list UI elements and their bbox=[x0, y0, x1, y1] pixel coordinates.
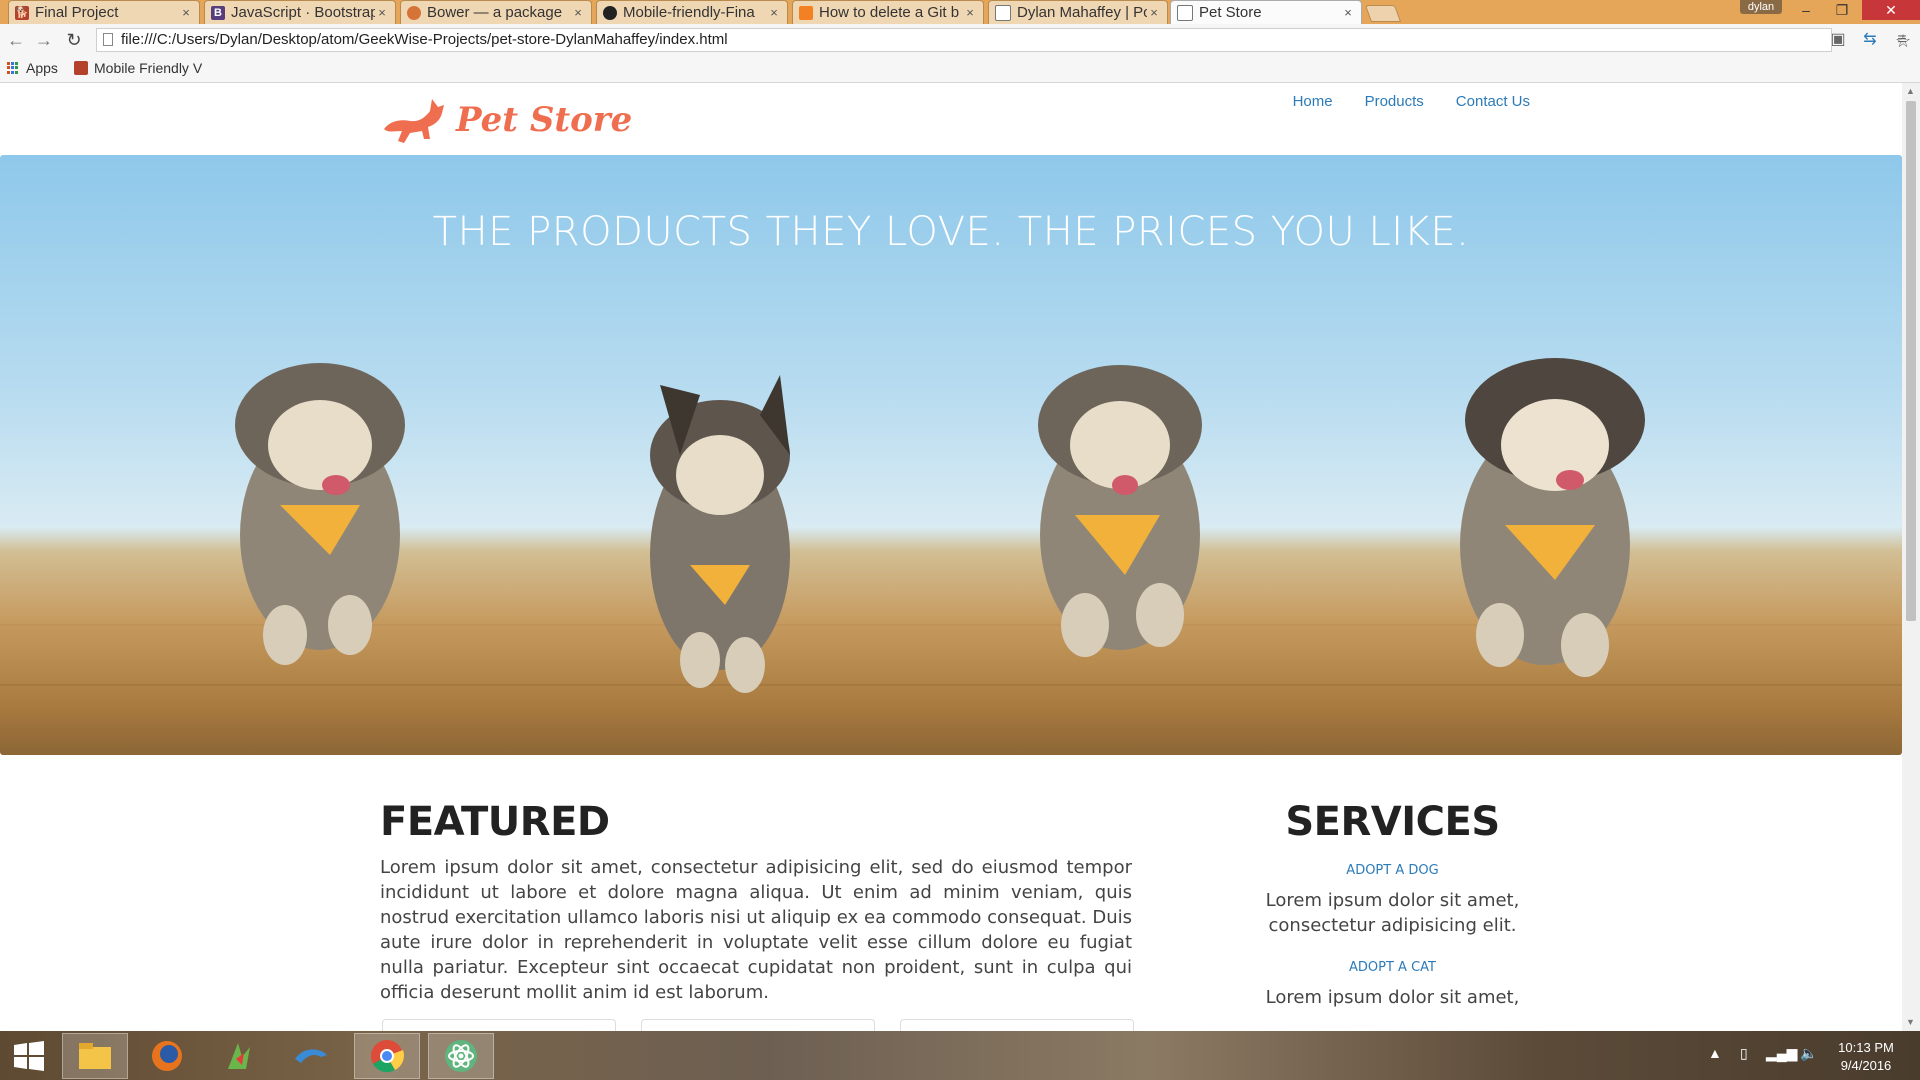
nav-home-link[interactable]: Home bbox=[1293, 93, 1333, 110]
forward-arrow-icon[interactable]: → bbox=[32, 28, 56, 52]
tab-label: Mobile-friendly-Fina bbox=[623, 4, 755, 21]
product-card[interactable] bbox=[900, 1019, 1134, 1031]
file-explorer-icon[interactable] bbox=[62, 1033, 128, 1079]
github-icon bbox=[603, 5, 617, 20]
dolphin-icon[interactable] bbox=[278, 1033, 344, 1079]
address-bar[interactable]: file:///C:/Users/Dylan/Desktop/atom/Geek… bbox=[96, 28, 1911, 52]
atom-icon[interactable] bbox=[428, 1033, 494, 1079]
close-window-button[interactable]: ✕ bbox=[1862, 0, 1920, 20]
site-logo[interactable]: Pet Store bbox=[380, 91, 632, 149]
nav-products-link[interactable]: Products bbox=[1365, 93, 1424, 110]
dog-image bbox=[1038, 365, 1202, 657]
page-icon bbox=[103, 33, 113, 46]
logo-text: Pet Store bbox=[456, 100, 633, 140]
tab-close-icon[interactable]: × bbox=[767, 5, 781, 20]
bookmark-mobile-friendly[interactable]: Mobile Friendly V bbox=[74, 60, 202, 76]
tab-label: How to delete a Git b bbox=[819, 4, 960, 21]
services-heading: SERVICES bbox=[1285, 799, 1500, 845]
scroll-thumb[interactable] bbox=[1906, 101, 1916, 621]
featured-heading: FEATURED bbox=[380, 799, 610, 845]
stackoverflow-icon bbox=[799, 5, 813, 20]
tab-close-icon[interactable]: × bbox=[963, 5, 977, 20]
tab-final-project[interactable]: 🐕 Final Project × bbox=[8, 0, 200, 24]
tray-expand-icon[interactable]: ▲ bbox=[1708, 1045, 1722, 1061]
sync-arrows-icon[interactable]: ⇆ bbox=[1858, 28, 1882, 52]
extension-icon[interactable]: ▣ bbox=[1826, 28, 1850, 52]
page-viewport: Pet Store Home Products Contact Us THE P… bbox=[0, 83, 1902, 1031]
page-scrollbar[interactable]: ▲ ▼ bbox=[1902, 83, 1920, 1031]
dog-image bbox=[1460, 358, 1645, 677]
user-profile-badge[interactable]: dylan bbox=[1740, 0, 1782, 14]
app-icon[interactable] bbox=[206, 1033, 272, 1079]
dog-image bbox=[650, 375, 790, 693]
browser-tab-strip: 🐕 Final Project × B JavaScript · Bootstr… bbox=[0, 0, 1920, 24]
adopt-cat-link[interactable]: ADOPT A CAT bbox=[1255, 960, 1530, 975]
featured-section: FEATURED Lorem ipsum dolor sit amet, con… bbox=[380, 799, 1132, 1005]
product-card[interactable] bbox=[382, 1019, 616, 1031]
hero-banner: THE PRODUCTS THEY LOVE. THE PRICES YOU L… bbox=[0, 155, 1902, 755]
bootstrap-icon: B bbox=[211, 5, 225, 20]
bookmark-apps[interactable]: Apps bbox=[7, 60, 58, 76]
tab-bower[interactable]: Bower — a package × bbox=[400, 0, 592, 24]
chrome-icon[interactable] bbox=[354, 1033, 420, 1079]
bookmark-label: Mobile Friendly V bbox=[94, 60, 203, 76]
tab-label: Bower — a package bbox=[427, 4, 563, 21]
clock-time: 10:13 PM bbox=[1838, 1040, 1894, 1055]
service-description: Lorem ipsum dolor sit amet, consectetur … bbox=[1265, 890, 1520, 936]
phone-icon[interactable]: ▯ bbox=[1740, 1045, 1748, 1062]
minimize-button[interactable]: – bbox=[1786, 0, 1826, 20]
tab-javascript-bootstrap[interactable]: B JavaScript · Bootstrap × bbox=[204, 0, 396, 24]
service-description: Lorem ipsum dolor sit amet, bbox=[1265, 987, 1520, 1008]
nav-contact-link[interactable]: Contact Us bbox=[1456, 93, 1530, 110]
featured-paragraph: Lorem ipsum dolor sit amet, consectetur … bbox=[380, 857, 1132, 1003]
page-icon bbox=[1177, 4, 1193, 21]
tab-pet-store[interactable]: Pet Store × bbox=[1170, 0, 1362, 24]
scroll-up-arrow-icon[interactable]: ▲ bbox=[1906, 86, 1915, 96]
tab-close-icon[interactable]: × bbox=[375, 5, 389, 20]
clock-date: 9/4/2016 bbox=[1840, 1058, 1892, 1073]
bower-icon bbox=[407, 5, 421, 20]
dog-icon bbox=[74, 61, 88, 75]
tab-close-icon[interactable]: × bbox=[571, 5, 585, 20]
page-icon bbox=[995, 4, 1011, 21]
bookmarks-bar: Apps Mobile Friendly V bbox=[0, 56, 1920, 83]
adopt-dog-link[interactable]: ADOPT A DOG bbox=[1255, 863, 1530, 878]
url-text: file:///C:/Users/Dylan/Desktop/atom/Geek… bbox=[121, 31, 728, 48]
reload-icon[interactable]: ↻ bbox=[62, 28, 86, 52]
site-header: Pet Store Home Products Contact Us bbox=[0, 83, 1902, 153]
maximize-button[interactable]: ❐ bbox=[1822, 0, 1862, 20]
apps-grid-icon bbox=[7, 62, 19, 74]
tab-label: Pet Store bbox=[1199, 4, 1262, 21]
new-tab-button[interactable] bbox=[1364, 5, 1402, 22]
dog-image bbox=[235, 363, 405, 665]
tab-close-icon[interactable]: × bbox=[1341, 5, 1355, 20]
back-arrow-icon[interactable]: ← bbox=[4, 28, 28, 52]
tab-label: Dylan Mahaffey | Por bbox=[1017, 4, 1147, 21]
services-section: SERVICES ADOPT A DOG Lorem ipsum dolor s… bbox=[1255, 799, 1530, 1010]
tab-stackoverflow[interactable]: How to delete a Git b × bbox=[792, 0, 984, 24]
site-nav: Home Products Contact Us bbox=[1293, 93, 1530, 110]
scroll-down-arrow-icon[interactable]: ▼ bbox=[1906, 1017, 1915, 1027]
windows-start-icon[interactable] bbox=[0, 1033, 58, 1079]
system-clock[interactable]: 10:13 PM 9/4/2016 bbox=[1830, 1039, 1902, 1075]
running-dog-logo-icon bbox=[384, 99, 444, 143]
volume-icon[interactable]: 🔈 bbox=[1800, 1045, 1817, 1062]
tab-portfolio[interactable]: Dylan Mahaffey | Por × bbox=[988, 0, 1168, 24]
bookmark-label: Apps bbox=[26, 60, 58, 76]
tab-github[interactable]: Mobile-friendly-Fina × bbox=[596, 0, 788, 24]
firefox-icon[interactable] bbox=[134, 1033, 200, 1079]
tab-label: Final Project bbox=[35, 4, 119, 21]
menu-icon[interactable]: ≡ bbox=[1890, 28, 1914, 52]
hero-tagline: THE PRODUCTS THEY LOVE. THE PRICES YOU L… bbox=[432, 209, 1470, 255]
tab-close-icon[interactable]: × bbox=[179, 5, 193, 20]
tab-close-icon[interactable]: × bbox=[1147, 5, 1161, 20]
tab-label: JavaScript · Bootstrap bbox=[231, 4, 375, 21]
windows-taskbar: ▲ ▯ ▂▄▆ 🔈 10:13 PM 9/4/2016 bbox=[0, 1031, 1920, 1080]
network-icon[interactable]: ▂▄▆ bbox=[1766, 1045, 1797, 1062]
dog-icon: 🐕 bbox=[15, 5, 29, 20]
product-card[interactable] bbox=[641, 1019, 875, 1031]
